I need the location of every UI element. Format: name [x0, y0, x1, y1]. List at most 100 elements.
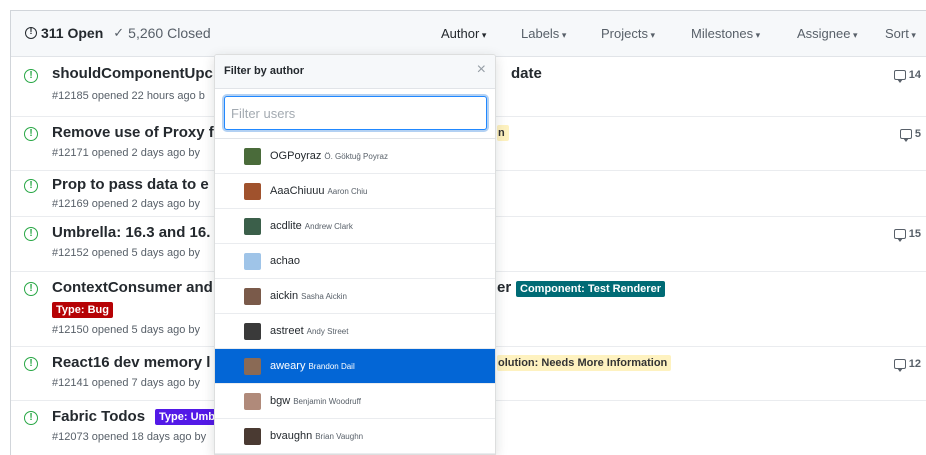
- user-login: OGPoyraz Ö. Göktuğ Poyraz: [270, 150, 388, 162]
- issue-opened-icon: !: [24, 411, 38, 425]
- user-login-text: acdlite: [270, 220, 302, 232]
- close-icon[interactable]: ×: [477, 61, 486, 79]
- user-login: astreet Andy Street: [270, 325, 348, 337]
- author-filter[interactable]: Author: [441, 26, 486, 41]
- issue-label[interactable]: Type: Bug: [52, 302, 113, 318]
- user-login-text: bvaughn: [270, 430, 313, 442]
- user-avatar: [244, 323, 261, 340]
- select-menu-item-user[interactable]: aweary Brandon Dail: [215, 349, 495, 384]
- select-menu-title: Filter by author: [224, 65, 305, 77]
- user-avatar: [244, 218, 261, 235]
- closed-count: 5,260 Closed: [128, 25, 211, 41]
- select-menu-item-user[interactable]: bvaughn Brian Vaughn: [215, 419, 495, 454]
- select-menu-item-user[interactable]: bgw Benjamin Woodruff: [215, 384, 495, 419]
- issue-title-link[interactable]: Fabric Todos: [52, 408, 145, 425]
- select-menu-item-user[interactable]: astreet Andy Street: [215, 314, 495, 349]
- select-menu-item-user[interactable]: OGPoyraz Ö. Göktuğ Poyraz: [215, 139, 495, 174]
- issue-meta: #12185 opened 22 hours ago b: [52, 90, 205, 102]
- author-select-menu: Filter by author × OGPoyrazÖ. Göktuğ Poy…: [214, 54, 496, 455]
- issue-meta: #12169 opened 2 days ago by: [52, 198, 201, 210]
- issue-title-link[interactable]: Remove use of Proxy f: [52, 124, 214, 141]
- user-login-text: bgw: [270, 395, 291, 407]
- issue-opened-icon: !: [24, 227, 38, 241]
- user-login: AaaChiuuu Aaron Chiu: [270, 185, 367, 197]
- user-avatar: [244, 148, 261, 165]
- comments-link[interactable]: 12: [893, 358, 921, 372]
- user-avatar: [244, 358, 261, 375]
- user-login: achao: [270, 255, 303, 267]
- user-full-name: Benjamin Woodruff: [293, 397, 361, 406]
- projects-filter[interactable]: Projects: [601, 26, 655, 41]
- issue-opened-icon: !: [24, 282, 38, 296]
- user-full-name: Andy Street: [306, 327, 349, 336]
- select-menu-item-user[interactable]: achao: [215, 244, 495, 279]
- user-login: bgw Benjamin Woodruff: [270, 395, 361, 407]
- issue-meta: #12152 opened 5 days ago by: [52, 247, 201, 259]
- issue-meta: #12150 opened 5 days ago by: [52, 324, 201, 336]
- issue-title-link[interactable]: Umbrella: 16.3 and 16.: [52, 224, 210, 241]
- comment-count: 14: [908, 69, 921, 81]
- issue-title-link-tail[interactable]: date: [511, 65, 542, 82]
- select-menu-item-user[interactable]: acdlite Andrew Clark: [215, 209, 495, 244]
- user-login-text: aweary: [270, 360, 306, 372]
- select-menu-filter: [215, 89, 495, 139]
- select-menu-header: Filter by author ×: [215, 55, 495, 89]
- check-icon: ✓: [113, 25, 125, 40]
- issue-title-link[interactable]: shouldComponentUpc: [52, 65, 213, 82]
- issue-label[interactable]: Component: Test Renderer: [516, 281, 665, 297]
- comment-icon: [893, 70, 906, 83]
- user-full-name: Sasha Aickin: [301, 292, 347, 301]
- issue-label[interactable]: olution: Needs More Information: [497, 355, 672, 371]
- user-login: bvaughn Brian Vaughn: [270, 430, 363, 442]
- issue-label[interactable]: n: [497, 125, 509, 141]
- issues-list-header: 311 Open ✓ 5,260 Closed Author Labels Pr…: [11, 11, 926, 57]
- assignee-filter[interactable]: Assignee: [797, 26, 858, 41]
- issue-state-toggle: 311 Open ✓ 5,260 Closed: [25, 25, 211, 41]
- user-login: aweary Brandon Dail: [270, 360, 355, 372]
- issue-opened-icon: !: [24, 357, 38, 371]
- comment-count: 12: [908, 358, 921, 370]
- user-avatar: [244, 393, 261, 410]
- select-menu-item-user[interactable]: aickin Sasha Aickin: [215, 279, 495, 314]
- labels-filter[interactable]: Labels: [521, 26, 566, 41]
- issue-opened-icon: [25, 26, 37, 39]
- comment-icon: [899, 129, 912, 142]
- user-login-text: achao: [270, 255, 300, 267]
- comment-icon: [893, 359, 906, 372]
- issue-opened-icon: !: [24, 127, 38, 141]
- user-login: aickin Sasha Aickin: [270, 290, 347, 302]
- user-login-text: OGPoyraz: [270, 150, 322, 162]
- user-avatar: [244, 253, 261, 270]
- user-login-text: AaaChiuuu: [270, 185, 325, 197]
- issue-meta: #12171 opened 2 days ago by: [52, 147, 201, 159]
- user-avatar: [244, 288, 261, 305]
- issue-meta: #12141 opened 7 days ago by: [52, 377, 201, 389]
- user-full-name: Brian Vaughn: [315, 432, 364, 441]
- select-menu-item-user[interactable]: AaaChiuuu Aaron Chiu: [215, 174, 495, 209]
- user-login-text: aickin: [270, 290, 299, 302]
- user-full-name: Ö. Göktuğ Poyraz: [324, 152, 388, 161]
- comment-icon: [893, 229, 906, 242]
- user-avatar: [244, 183, 261, 200]
- user-avatar: [244, 428, 261, 445]
- issue-meta: #12073 opened 18 days ago by: [52, 431, 207, 443]
- issue-opened-icon: !: [24, 69, 38, 83]
- closed-issues-link[interactable]: ✓ 5,260 Closed: [113, 25, 210, 41]
- comments-link[interactable]: 14: [893, 69, 921, 83]
- comments-link[interactable]: 15: [893, 228, 921, 242]
- issue-label[interactable]: Type: Umb: [155, 409, 220, 425]
- open-issues-link[interactable]: 311 Open: [25, 25, 103, 41]
- user-full-name: Aaron Chiu: [327, 187, 368, 196]
- user-full-name: Andrew Clark: [304, 222, 353, 231]
- issue-title-link-tail[interactable]: er: [497, 279, 511, 296]
- issue-title-link[interactable]: React16 dev memory l: [52, 354, 210, 371]
- sort-filter[interactable]: Sort: [885, 26, 916, 41]
- comment-count: 5: [914, 128, 921, 140]
- issue-opened-icon: !: [24, 179, 38, 193]
- comments-link[interactable]: 5: [899, 128, 921, 142]
- comment-count: 15: [908, 228, 921, 240]
- filter-users-input[interactable]: [224, 96, 487, 130]
- issue-title-link[interactable]: Prop to pass data to e: [52, 176, 209, 193]
- milestones-filter[interactable]: Milestones: [691, 26, 760, 41]
- issue-title-link[interactable]: ContextConsumer and: [52, 279, 213, 296]
